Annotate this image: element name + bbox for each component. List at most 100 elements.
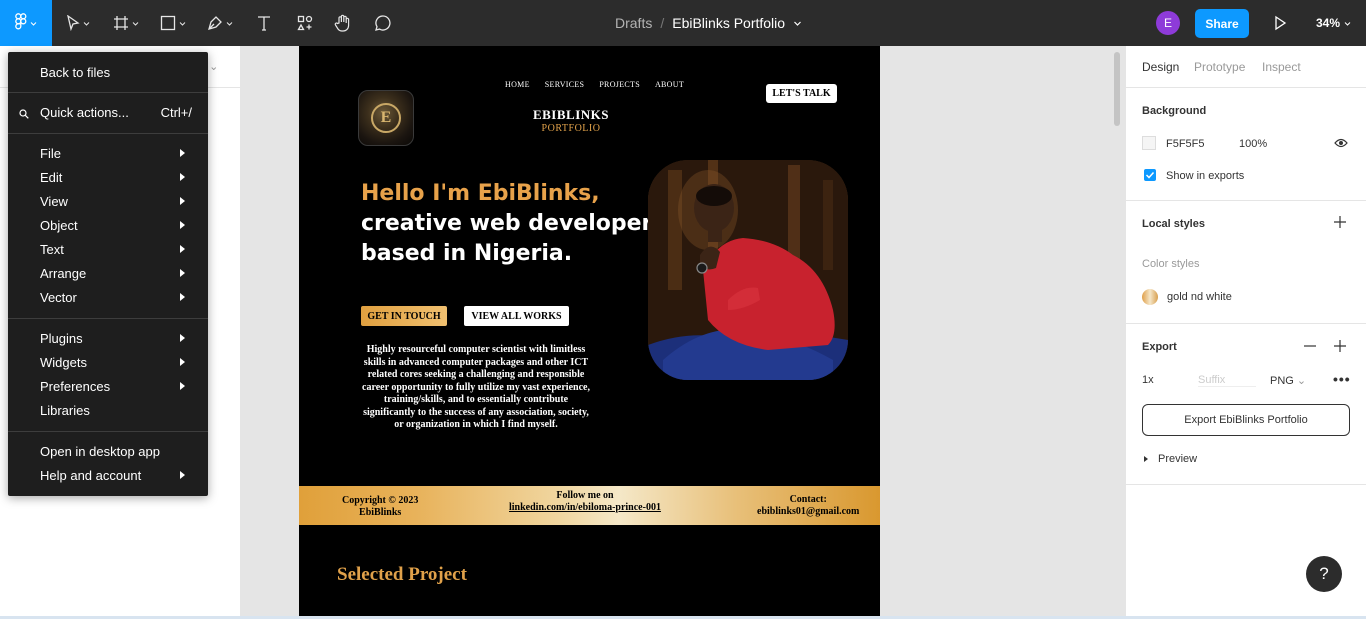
- file-name[interactable]: EbiBlinks Portfolio: [672, 15, 785, 31]
- drafts-link[interactable]: Drafts: [615, 15, 652, 31]
- main-menu-button[interactable]: [0, 0, 52, 46]
- color-styles-label: Color styles: [1142, 258, 1200, 270]
- avatar[interactable]: E: [1156, 11, 1180, 35]
- show-in-exports-checkbox[interactable]: [1144, 169, 1156, 181]
- gold-white-swatch-icon[interactable]: [1142, 289, 1158, 305]
- menu-item-label: Text: [40, 241, 64, 257]
- tab-design[interactable]: Design: [1142, 60, 1179, 74]
- menu-item-object[interactable]: Object: [8, 213, 208, 237]
- help-button[interactable]: ?: [1306, 556, 1342, 592]
- submenu-arrow-icon: [180, 149, 185, 157]
- comment-tool[interactable]: [374, 0, 392, 46]
- preview-toggle[interactable]: Preview: [1158, 453, 1197, 465]
- add-export-icon[interactable]: [1334, 340, 1346, 355]
- figma-logo-icon: [15, 13, 27, 33]
- shape-tool[interactable]: [160, 0, 186, 46]
- remove-export-icon[interactable]: [1304, 340, 1316, 355]
- submenu-arrow-icon: [180, 471, 185, 479]
- move-tool[interactable]: [66, 0, 90, 46]
- view-all-works-button: VIEW ALL WORKS: [464, 306, 569, 326]
- export-button[interactable]: Export EbiBlinks Portfolio: [1142, 404, 1350, 436]
- menu-separator: [8, 133, 208, 134]
- menu-separator: [8, 92, 208, 93]
- comment-icon: [374, 14, 392, 32]
- show-in-exports-label: Show in exports: [1166, 170, 1245, 182]
- brand-line-1: EBIBLINKS: [532, 107, 610, 122]
- add-style-icon[interactable]: [1334, 216, 1346, 231]
- portfolio-frame[interactable]: HOME SERVICES PROJECTS ABOUT LET'S TALK …: [299, 46, 880, 617]
- copyright-name: EbiBlinks: [359, 507, 402, 518]
- menu-item-label: Object: [40, 217, 78, 233]
- get-in-touch-button: GET IN TOUCH: [361, 306, 447, 326]
- properties-panel: Design Prototype Inspect Background F5F5…: [1125, 46, 1366, 617]
- bio-text: Highly resourceful computer scientist wi…: [351, 344, 601, 432]
- menu-item-quick-actions[interactable]: Quick actions... Ctrl+/: [8, 100, 208, 124]
- brand-name: EBIBLINKS PORTFOLIO: [521, 107, 621, 134]
- menu-item-label: Quick actions...: [40, 104, 129, 120]
- properties-tabs: Design Prototype Inspect: [1126, 46, 1366, 88]
- zoom-dropdown[interactable]: 34%: [1316, 0, 1351, 46]
- export-format-select[interactable]: PNG ⌄: [1270, 374, 1306, 387]
- menu-item-text[interactable]: Text: [8, 237, 208, 261]
- footer-copyright: Copyright © 2023 EbiBlinks: [342, 495, 418, 519]
- submenu-arrow-icon: [180, 221, 185, 229]
- hero-heading: Hello I'm EbiBlinks, creative web develo…: [361, 179, 652, 269]
- menu-item-preferences[interactable]: Preferences: [8, 374, 208, 398]
- hand-icon: [334, 14, 352, 32]
- background-opacity[interactable]: 100%: [1239, 138, 1267, 150]
- menu-item-widgets[interactable]: Widgets: [8, 350, 208, 374]
- caret-right-icon[interactable]: [1144, 456, 1148, 462]
- text-tool[interactable]: [256, 0, 272, 46]
- selected-project-heading: Selected Project: [337, 564, 467, 585]
- bio-line: related cores seeking a challenging and …: [367, 369, 585, 380]
- bio-line: skills in advanced computer packages and…: [363, 356, 589, 368]
- present-button[interactable]: [1270, 13, 1290, 33]
- menu-item-libraries[interactable]: Libraries: [8, 398, 208, 422]
- background-swatch[interactable]: [1142, 136, 1156, 150]
- menu-item-arrange[interactable]: Arrange: [8, 261, 208, 285]
- file-title: Drafts / EbiBlinks Portfolio: [615, 0, 802, 46]
- submenu-arrow-icon: [180, 197, 185, 205]
- tab-inspect[interactable]: Inspect: [1262, 60, 1301, 74]
- contact-label: Contact:: [789, 494, 827, 505]
- more-options-icon[interactable]: •••: [1333, 371, 1351, 387]
- bio-line: Highly resourceful computer scientist wi…: [366, 344, 586, 355]
- export-scale[interactable]: 1x: [1142, 374, 1154, 386]
- resources-tool[interactable]: [297, 0, 313, 46]
- canvas-scrollbar[interactable]: [1114, 52, 1120, 126]
- submenu-arrow-icon: [180, 245, 185, 253]
- main-menu: Back to files Quick actions... Ctrl+/ Fi…: [8, 52, 208, 496]
- bio-line: career opportunity to fully utilize my v…: [362, 381, 590, 393]
- pen-tool[interactable]: [207, 0, 233, 46]
- menu-item-vector[interactable]: Vector: [8, 285, 208, 309]
- menu-item-view[interactable]: View: [8, 189, 208, 213]
- nav-home: HOME: [505, 80, 530, 89]
- export-suffix-input[interactable]: Suffix: [1198, 374, 1256, 387]
- menu-item-plugins[interactable]: Plugins: [8, 326, 208, 350]
- hand-tool[interactable]: [334, 0, 352, 46]
- background-hex[interactable]: F5F5F5: [1166, 138, 1205, 150]
- menu-item-back-to-files[interactable]: Back to files: [8, 60, 208, 84]
- follow-text: Follow me on: [556, 490, 614, 501]
- menu-item-label: Edit: [40, 169, 63, 185]
- zoom-level: 34%: [1316, 16, 1341, 30]
- text-icon: [256, 15, 272, 31]
- menu-item-open-desktop-app[interactable]: Open in desktop app: [8, 439, 208, 463]
- menu-item-help-account[interactable]: Help and account: [8, 463, 208, 487]
- menu-item-label: Widgets: [40, 354, 87, 370]
- contact-email: ebiblinks01@gmail.com: [757, 506, 860, 517]
- tab-prototype[interactable]: Prototype: [1194, 60, 1245, 74]
- brand-line-2: PORTFOLIO: [541, 123, 601, 134]
- chevron-down-icon[interactable]: [793, 15, 802, 31]
- menu-item-edit[interactable]: Edit: [8, 165, 208, 189]
- frame-tool[interactable]: [113, 0, 139, 46]
- share-button[interactable]: Share: [1195, 9, 1249, 38]
- bio-line: training/skills, and to essentially cont…: [383, 394, 569, 405]
- divider: [1126, 323, 1366, 324]
- cursor-icon: [66, 15, 80, 31]
- eye-icon[interactable]: [1334, 137, 1348, 152]
- menu-item-file[interactable]: File: [8, 141, 208, 165]
- chevron-down-icon: [226, 20, 233, 27]
- play-icon: [1270, 15, 1290, 36]
- color-style-name[interactable]: gold nd white: [1167, 291, 1232, 303]
